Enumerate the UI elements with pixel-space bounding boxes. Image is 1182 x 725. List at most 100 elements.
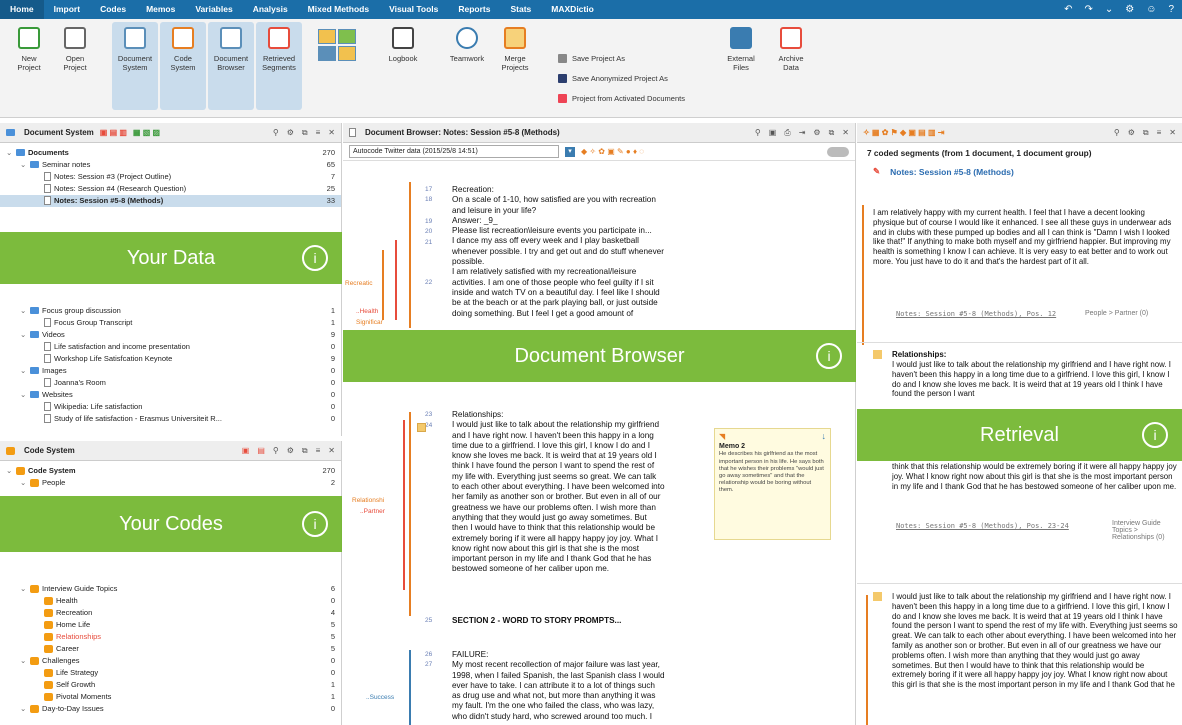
document-system-button[interactable]: Document System: [112, 22, 158, 110]
logbook-button[interactable]: Logbook: [380, 27, 426, 63]
code-tree-item[interactable]: Self Growth 1: [0, 679, 341, 691]
code-tree-item[interactable]: Home Life 5: [0, 619, 341, 631]
help-icon[interactable]: ?: [1168, 4, 1174, 15]
chevron-down-icon[interactable]: ⌄: [20, 366, 30, 375]
code-tree-item[interactable]: ⌄ People 2: [0, 477, 341, 489]
doc-tree-item[interactable]: Study of life satisfaction - Erasmus Uni…: [0, 413, 341, 425]
gear-icon[interactable]: ⚙: [287, 128, 294, 138]
code-tree-item[interactable]: Health 0: [0, 595, 341, 607]
code-tree-item[interactable]: ⌄ Challenges 0: [0, 655, 341, 667]
search-icon[interactable]: ⚲: [755, 128, 761, 138]
close-icon[interactable]: ✕: [842, 128, 849, 138]
autocode-select[interactable]: Autocode Twitter data (2015/25/8 14:51): [349, 145, 559, 158]
filter-icon[interactable]: ▤: [257, 446, 265, 456]
segment-source-link[interactable]: Notes: Session #5-8 (Methods), Pos. 23-2…: [896, 522, 1069, 530]
gear-icon[interactable]: ⚙: [813, 128, 820, 138]
undock-icon[interactable]: ⧉: [302, 446, 308, 456]
print-icon[interactable]: ⎙: [784, 128, 790, 138]
gear-icon[interactable]: ⚙: [1128, 128, 1135, 138]
menu-codes[interactable]: Codes: [90, 0, 136, 19]
toolbar-icons[interactable]: ▣ ▤ ▥: [100, 128, 127, 137]
memo-marker-icon[interactable]: [873, 350, 882, 359]
doc-tree-item[interactable]: ⌄ Documents 270: [0, 147, 341, 159]
undock-icon[interactable]: ⧉: [302, 128, 308, 138]
smiley-icon[interactable]: ☺: [1146, 4, 1156, 15]
doc-tree-item[interactable]: ⌄ Seminar notes 65: [0, 159, 341, 171]
retrieval-document-name[interactable]: Notes: Session #5-8 (Methods): [890, 167, 1014, 177]
close-icon[interactable]: ✕: [328, 128, 335, 138]
dropdown-icon[interactable]: ▾: [565, 146, 575, 157]
close-icon[interactable]: ✕: [1169, 128, 1176, 138]
significant-code-stripe[interactable]: [382, 250, 384, 320]
memo-marker-icon[interactable]: [417, 423, 426, 432]
retrieval-segment-1[interactable]: I am relatively happy with my current he…: [873, 208, 1178, 267]
chevron-down-icon[interactable]: ⌄: [20, 330, 30, 339]
chevron-down-icon[interactable]: ⌄: [20, 584, 30, 593]
menu-import[interactable]: Import: [44, 0, 90, 19]
new-code-icon[interactable]: ▣: [242, 446, 250, 456]
retrieval-segment-2[interactable]: I would just like to talk about the rela…: [892, 360, 1180, 399]
doc-tree-item[interactable]: ⌄ Images 0: [0, 365, 341, 377]
gear-icon[interactable]: ⚙: [1125, 4, 1134, 15]
undo-icon[interactable]: ↶: [1064, 4, 1072, 15]
doc-tree-item[interactable]: ⌄ Websites 0: [0, 389, 341, 401]
export-icon[interactable]: ⇥: [799, 128, 806, 138]
chevron-down-icon[interactable]: ⌄: [20, 306, 30, 315]
retrieval-segment-3[interactable]: I would just like to talk about the rela…: [892, 592, 1180, 725]
code-tree-item[interactable]: Recreation 4: [0, 607, 341, 619]
doc-tree-item[interactable]: Wikipedia: Life satisfaction 0: [0, 401, 341, 413]
chevron-down-icon[interactable]: ⌄: [6, 148, 16, 157]
memo-marker-icon[interactable]: [873, 592, 882, 601]
activate-icons[interactable]: ▦ ▧ ▨: [133, 128, 160, 137]
recreation-code-stripe[interactable]: [409, 182, 411, 328]
code-tree-item[interactable]: Relationships 5: [0, 631, 341, 643]
menu-maxdictio[interactable]: MAXDictio: [541, 0, 604, 19]
layout-grid-icon[interactable]: [318, 29, 356, 61]
memo-box[interactable]: ◥ ↓ Memo 2 He describes his girlfriend as…: [714, 428, 831, 540]
code-tree-item[interactable]: ⌄ Code System 270: [0, 465, 341, 477]
menu-stats[interactable]: Stats: [501, 0, 542, 19]
code-tree-item[interactable]: ⌄ Interview Guide Topics 6: [0, 583, 341, 595]
menu-mixed-methods[interactable]: Mixed Methods: [298, 0, 379, 19]
search-icon[interactable]: ⚲: [1114, 128, 1120, 138]
search-icon[interactable]: ⚲: [273, 128, 279, 138]
success-code-stripe[interactable]: [409, 650, 411, 725]
retrieved-segments-button[interactable]: Retrieved Segments: [256, 22, 302, 110]
redo-icon[interactable]: ↷: [1084, 4, 1092, 15]
close-icon[interactable]: ✕: [328, 446, 335, 456]
menu-memos[interactable]: Memos: [136, 0, 185, 19]
code-tree-item[interactable]: Career 5: [0, 643, 341, 655]
chevron-down-icon[interactable]: ⌄: [20, 390, 30, 399]
view-icon[interactable]: ▣: [769, 128, 777, 138]
doc-tree-item[interactable]: Workshop Life Satisfcation Keynote 9: [0, 353, 341, 365]
retrieval-segment-2-cont[interactable]: think that this relationship would be ex…: [892, 462, 1180, 491]
segment-source-link[interactable]: Notes: Session #5-8 (Methods), Pos. 12: [896, 310, 1056, 318]
archive-data-button[interactable]: Archive Data: [768, 27, 814, 72]
chevron-down-icon[interactable]: ⌄: [20, 704, 30, 713]
open-project-button[interactable]: Open Project: [52, 27, 98, 72]
code-tree-item[interactable]: Pivotal Moments 1: [0, 691, 341, 703]
doc-tree-item[interactable]: ⌄ Videos 9: [0, 329, 341, 341]
collapse-icon[interactable]: ≡: [316, 128, 321, 138]
menu-analysis[interactable]: Analysis: [243, 0, 298, 19]
code-system-button[interactable]: Code System: [160, 22, 206, 110]
info-icon[interactable]: i: [816, 343, 842, 369]
doc-tree-item[interactable]: Joanna's Room 0: [0, 377, 341, 389]
toggle-switch[interactable]: [827, 146, 849, 157]
collapse-icon[interactable]: ≡: [316, 446, 321, 456]
doc-tree-item[interactable]: Notes: Session #5-8 (Methods) 33: [0, 195, 341, 207]
code-tree-item[interactable]: ⌄ Day-to-Day Issues 0: [0, 703, 341, 715]
info-icon[interactable]: i: [302, 245, 328, 271]
new-project-button[interactable]: New Project: [6, 27, 52, 72]
partner-code-stripe[interactable]: [403, 420, 405, 590]
doc-tree-item[interactable]: Life satisfaction and income presentatio…: [0, 341, 341, 353]
info-icon[interactable]: i: [1142, 422, 1168, 448]
chevron-down-icon[interactable]: ⌄: [20, 656, 30, 665]
chevron-down-icon[interactable]: ⌄: [20, 478, 30, 487]
save-project-as-button[interactable]: Save Project As: [558, 54, 625, 63]
chevron-down-icon[interactable]: ⌄: [6, 466, 16, 475]
relationship-code-stripe[interactable]: [409, 412, 411, 616]
save-anonymized-button[interactable]: Save Anonymized Project As: [558, 74, 668, 83]
undock-icon[interactable]: ⧉: [1143, 128, 1149, 138]
search-icon[interactable]: ⚲: [273, 446, 279, 456]
